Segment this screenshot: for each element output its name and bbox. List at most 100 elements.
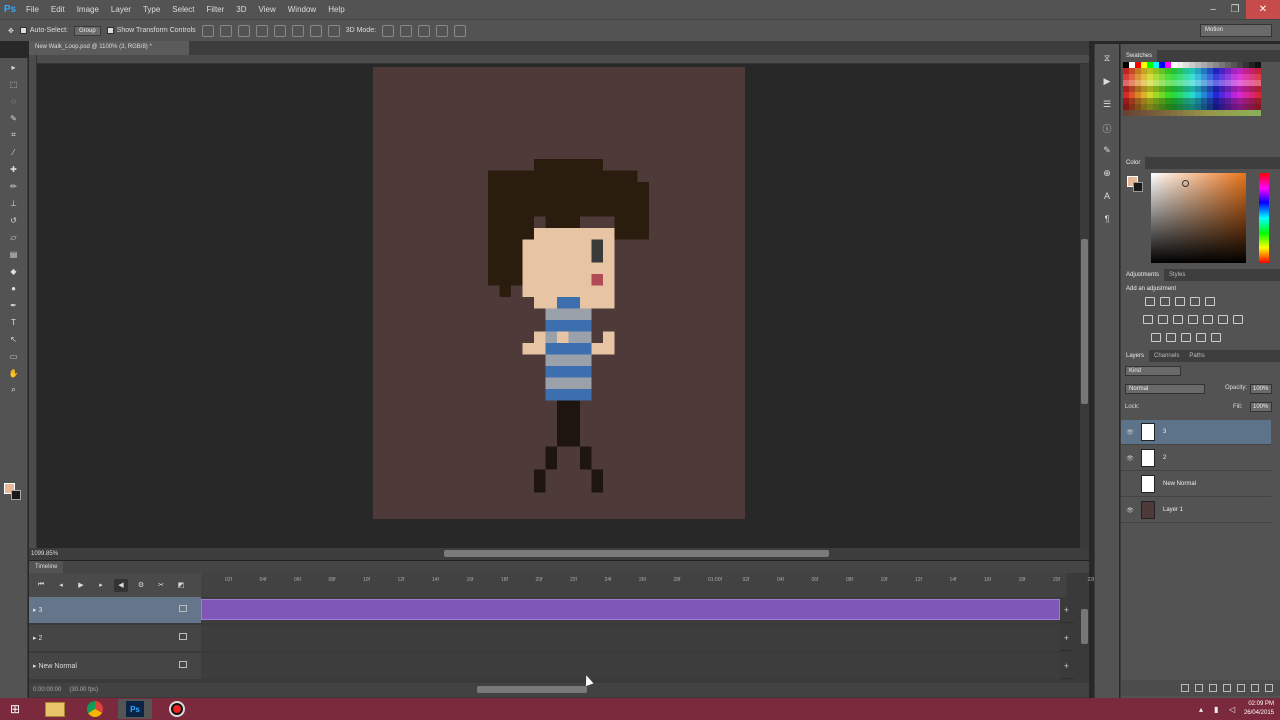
menu-window[interactable]: Window bbox=[282, 0, 322, 19]
menu-type[interactable]: Type bbox=[137, 0, 166, 19]
layer-filter-dropdown[interactable]: Kind bbox=[1125, 366, 1181, 376]
character-icon[interactable]: A bbox=[1100, 191, 1114, 205]
layer-mask-icon[interactable] bbox=[1209, 684, 1217, 692]
workspace-dropdown[interactable]: Motion bbox=[1200, 24, 1272, 37]
visibility-eye-icon[interactable]: 👁 bbox=[1123, 455, 1137, 462]
layer-clip[interactable] bbox=[201, 599, 1060, 620]
track-media-icon[interactable] bbox=[179, 605, 187, 612]
track-body[interactable] bbox=[201, 653, 1060, 679]
track-header[interactable]: ▸ 3 bbox=[29, 597, 201, 623]
menu-layer[interactable]: Layer bbox=[105, 0, 137, 19]
show-transform-option[interactable]: Show Transform Controls bbox=[106, 27, 196, 34]
timeline-track[interactable]: ▸ 2 + bbox=[29, 625, 1074, 651]
current-time[interactable]: 0:00:00:00 bbox=[33, 687, 61, 693]
timeline-track[interactable]: ▸ 3 + bbox=[29, 597, 1074, 623]
color-lookup-icon[interactable] bbox=[1233, 315, 1243, 324]
chrome-icon[interactable] bbox=[78, 699, 112, 719]
recorder-icon[interactable] bbox=[160, 699, 194, 719]
zoom-tool-icon[interactable]: ⌕ bbox=[6, 383, 22, 397]
new-group-icon[interactable] bbox=[1237, 684, 1245, 692]
layers-tab[interactable]: Layers bbox=[1121, 350, 1150, 362]
menu-3d[interactable]: 3D bbox=[230, 0, 252, 19]
tray-arrow-icon[interactable]: ▴ bbox=[1199, 705, 1208, 714]
properties-icon[interactable]: ☰ bbox=[1100, 99, 1114, 113]
lasso-tool-icon[interactable]: ◌ bbox=[6, 94, 22, 108]
align-center-icon[interactable] bbox=[273, 24, 286, 37]
auto-select-checkbox[interactable] bbox=[19, 27, 27, 34]
vertical-scroll-thumb[interactable] bbox=[1081, 239, 1088, 404]
eyedropper-tool-icon[interactable]: ⁄ bbox=[6, 145, 22, 159]
color-picker-cursor[interactable] bbox=[1182, 180, 1189, 187]
clone-source-icon[interactable]: ⊕ bbox=[1100, 168, 1114, 182]
hue-slider[interactable] bbox=[1259, 173, 1269, 263]
play-icon[interactable]: ▶ bbox=[74, 579, 88, 592]
layer-row[interactable]: 👁 3 bbox=[1121, 420, 1271, 445]
distribute-icon[interactable] bbox=[309, 24, 322, 37]
settings-icon[interactable]: ⚙ bbox=[134, 579, 148, 592]
channel-mixer-icon[interactable] bbox=[1218, 315, 1228, 324]
3d-drag-icon[interactable] bbox=[418, 24, 431, 37]
eraser-tool-icon[interactable]: ▱ bbox=[6, 230, 22, 244]
previous-frame-icon[interactable]: ◂ bbox=[54, 579, 68, 592]
align-left-icon[interactable] bbox=[255, 24, 268, 37]
blend-mode-dropdown[interactable]: Normal bbox=[1125, 384, 1205, 394]
paragraph-icon[interactable]: ¶ bbox=[1100, 214, 1114, 228]
close-button[interactable]: ✕ bbox=[1246, 0, 1280, 19]
align-bottom-icon[interactable] bbox=[237, 24, 250, 37]
styles-tab[interactable]: Styles bbox=[1164, 269, 1190, 281]
menu-help[interactable]: Help bbox=[322, 0, 350, 19]
document-canvas[interactable] bbox=[373, 67, 745, 519]
opacity-input[interactable]: 100% bbox=[1250, 384, 1272, 394]
zoom-level[interactable]: 1099.85% bbox=[29, 551, 58, 557]
visibility-eye-icon[interactable]: 👁 bbox=[1123, 429, 1137, 436]
shape-tool-icon[interactable]: ▭ bbox=[6, 349, 22, 363]
menu-view[interactable]: View bbox=[253, 0, 282, 19]
exposure-icon[interactable] bbox=[1190, 297, 1200, 306]
info-icon[interactable]: ⓘ bbox=[1100, 122, 1114, 136]
minimize-button[interactable]: ‒ bbox=[1202, 0, 1224, 19]
align-top-icon[interactable] bbox=[201, 24, 214, 37]
background-color-swatch[interactable] bbox=[11, 490, 21, 500]
volume-icon[interactable]: ◁ bbox=[1229, 705, 1238, 714]
photoshop-taskbar-icon[interactable]: Ps bbox=[118, 699, 152, 719]
track-media-icon[interactable] bbox=[179, 633, 187, 640]
history-icon[interactable]: ⧖ bbox=[1100, 53, 1114, 67]
file-explorer-icon[interactable] bbox=[38, 699, 72, 719]
color-background-swatch[interactable] bbox=[1133, 182, 1143, 192]
timeline-ruler[interactable]: 02f 04f 06f 08f 10f 12f 14f 16f 18f 20f 22f 24f 26f 2… bbox=[201, 573, 1094, 597]
brush-tool-icon[interactable]: ✏ bbox=[6, 179, 22, 193]
hue-saturation-icon[interactable] bbox=[1158, 315, 1168, 324]
dodge-tool-icon[interactable]: ● bbox=[6, 281, 22, 295]
system-clock[interactable]: 02:09 PM 26/04/2015 bbox=[1244, 700, 1274, 718]
3d-scale-icon[interactable] bbox=[454, 24, 467, 37]
auto-select-target-dropdown[interactable]: Group bbox=[74, 25, 101, 36]
timeline-scroll-thumb[interactable] bbox=[1081, 609, 1088, 644]
add-media-icon[interactable]: + bbox=[1064, 605, 1069, 615]
track-media-icon[interactable] bbox=[179, 661, 187, 668]
black-white-icon[interactable] bbox=[1188, 315, 1198, 324]
maximize-button[interactable]: ❐ bbox=[1224, 0, 1246, 19]
photo-filter-icon[interactable] bbox=[1203, 315, 1213, 324]
canvas-vertical-scrollbar[interactable] bbox=[1080, 64, 1089, 550]
delete-layer-icon[interactable] bbox=[1265, 684, 1273, 692]
color-tab[interactable]: Color bbox=[1121, 157, 1146, 169]
path-select-icon[interactable]: ↖ bbox=[6, 332, 22, 346]
move-tool-icon[interactable]: ▸ bbox=[6, 60, 22, 74]
gradient-map-icon[interactable] bbox=[1205, 297, 1215, 306]
gradient-tool-icon[interactable]: ▤ bbox=[6, 247, 22, 261]
actions-icon[interactable]: ▶ bbox=[1100, 76, 1114, 90]
align-right-icon[interactable] bbox=[291, 24, 304, 37]
go-to-first-frame-icon[interactable]: ⏮ bbox=[34, 579, 48, 592]
windows-start-icon[interactable]: ⊞ bbox=[4, 700, 26, 718]
distribute-2-icon[interactable] bbox=[327, 24, 340, 37]
history-brush-icon[interactable]: ↺ bbox=[6, 213, 22, 227]
network-icon[interactable]: ▮ bbox=[1214, 705, 1223, 714]
track-body[interactable] bbox=[201, 597, 1060, 623]
color-picker-field[interactable] bbox=[1151, 173, 1246, 263]
vibrance-icon[interactable] bbox=[1143, 315, 1153, 324]
paths-tab[interactable]: Paths bbox=[1184, 350, 1209, 362]
menu-filter[interactable]: Filter bbox=[201, 0, 231, 19]
transition-icon[interactable]: ◩ bbox=[174, 579, 188, 592]
color-swatch[interactable] bbox=[1255, 110, 1261, 116]
canvas-horizontal-scroll-thumb[interactable] bbox=[444, 550, 829, 557]
